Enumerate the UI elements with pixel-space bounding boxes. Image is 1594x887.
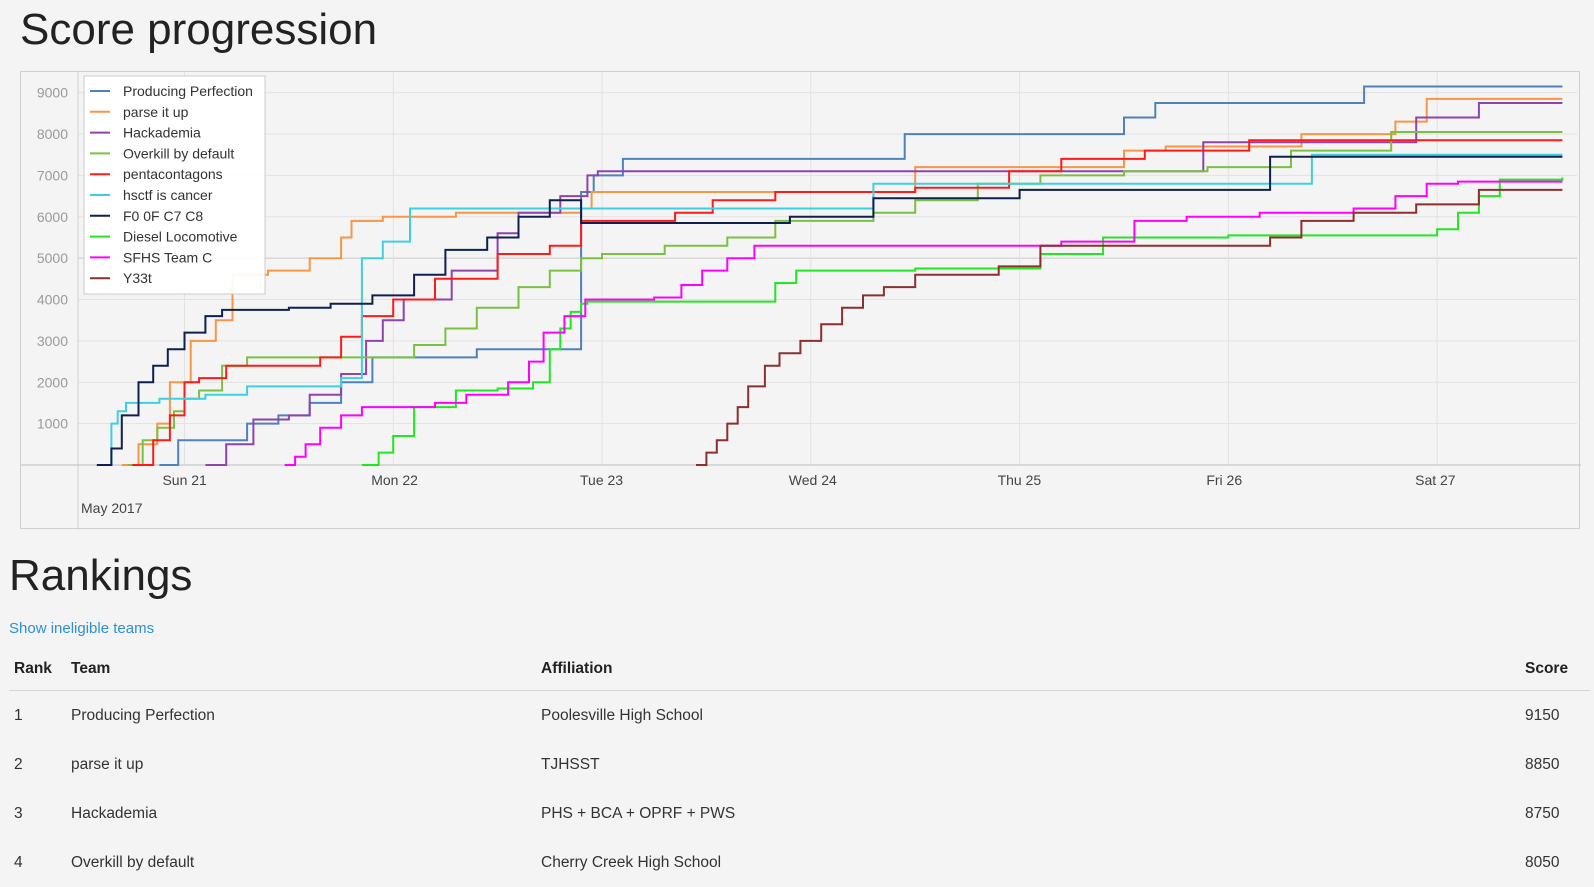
team-cell: parse it up [71,755,144,773]
legend-label: Y33t [123,270,152,286]
x-tick-label: Mon 22 [371,472,418,488]
y-tick-label: 2000 [37,374,68,390]
y-tick-label: 1000 [37,416,68,432]
affiliation-cell: Poolesville High School [541,706,703,724]
table-row: 2 parse it up TJHSST 8850 [9,740,1590,789]
rankings-table: Rank Team Affiliation Score 1 Producing … [9,648,1590,887]
affiliation-cell: Cherry Creek High School [541,853,722,871]
header-rank[interactable]: Rank [9,648,66,691]
legend-label: pentacontagons [123,166,223,182]
y-tick-label: 4000 [37,292,68,308]
header-affiliation[interactable]: Affiliation [536,648,1520,691]
rank-cell: 2 [14,755,23,773]
legend-label: SFHS Team C [123,249,212,265]
chart-legend: Producing Perfection parse it up Hackademi… [83,75,266,295]
legend-label: F0 0F C7 C8 [123,208,203,224]
x-axis-sublabel: May 2017 [81,500,143,516]
y-tick-label: 9000 [37,85,68,101]
score-cell: 9150 [1525,706,1560,724]
table-row: 3 Hackademia PHS + BCA + OPRF + PWS 8750 [9,789,1590,838]
score-chart: 1000 2000 3000 4000 5000 6000 7000 8000 9000 Sun … [20,71,1581,530]
header-score[interactable]: Score [1520,648,1590,691]
table-row: 4 Overkill by default Cherry Creek High … [9,838,1590,887]
series-line-7 [361,177,1564,466]
legend-label: Hackademia [123,125,201,141]
x-tick-label: Wed 24 [789,472,837,488]
team-cell: Overkill by default [71,853,195,871]
series-line-6 [96,155,1563,466]
rank-cell: 3 [14,804,23,822]
score-chart-svg: 1000 2000 3000 4000 5000 6000 7000 8000 9000 Sun … [21,72,1581,530]
affiliation-cell: TJHSST [541,755,600,773]
rank-cell: 4 [14,853,23,871]
series-line-5 [101,153,1563,466]
rankings-header-row: Rank Team Affiliation Score [9,648,1590,691]
x-tick-label: Tue 23 [580,472,623,488]
rankings-title: Rankings [9,551,193,600]
table-row: 1 Producing Perfection Poolesville High … [9,691,1590,741]
show-ineligible-link[interactable]: Show ineligible teams [9,620,154,637]
y-tick-label: 3000 [37,333,68,349]
header-team[interactable]: Team [66,648,536,691]
team-cell: Hackademia [71,804,158,822]
x-tick-label: Sun 21 [162,472,207,488]
x-tick-label: Fri 26 [1206,472,1242,488]
x-tick-label: Sat 27 [1415,472,1456,488]
legend-label: Diesel Locomotive [123,229,238,245]
y-tick-label: 5000 [37,250,68,266]
y-tick-label: 6000 [37,209,68,225]
score-cell: 8750 [1525,804,1560,822]
legend-label: Producing Perfection [123,83,253,99]
legend-label: Overkill by default [123,145,234,161]
score-cell: 8850 [1525,755,1560,773]
rank-cell: 1 [14,706,23,724]
score-cell: 8050 [1525,853,1560,871]
y-tick-label: 7000 [37,167,68,183]
y-tick-label: 8000 [37,126,68,142]
legend-label: hsctf is cancer [123,187,213,203]
affiliation-cell: PHS + BCA + OPRF + PWS [541,804,736,822]
team-cell: Producing Perfection [71,706,215,724]
legend-label: parse it up [123,104,189,120]
x-tick-label: Thu 25 [998,472,1042,488]
score-progression-title: Score progression [20,5,378,54]
